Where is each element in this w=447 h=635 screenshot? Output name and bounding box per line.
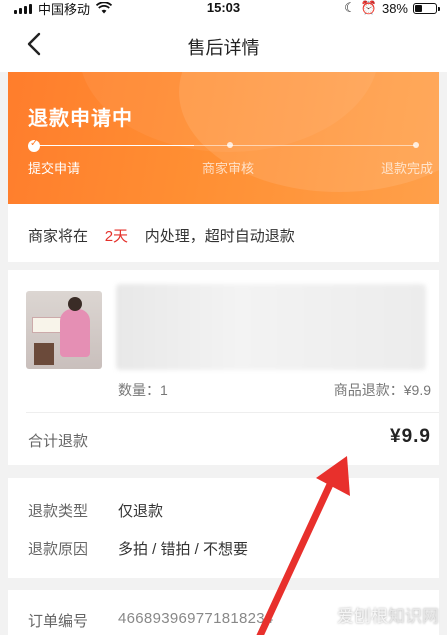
notice-suffix: 内处理，超时自动退款: [144, 228, 295, 245]
refund-status-title: 退款申请中: [28, 108, 133, 130]
battery-icon: [413, 2, 440, 14]
refund-type-value: 仅退款: [118, 503, 164, 520]
step-label-review: 商家审核: [202, 161, 255, 176]
notice-days: 2天: [104, 228, 129, 245]
thumbnail-figure-head: [68, 297, 82, 311]
progress-fill: [34, 145, 194, 146]
refund-type-label: 退款类型: [28, 503, 89, 520]
alarm-icon: ⏰: [360, 0, 377, 15]
step-dot-review: [227, 142, 233, 148]
refund-status-banner: 退款申请中 提交申请 商家审核 退款完成: [8, 72, 439, 204]
total-refund-value: ¥9.9: [390, 426, 431, 447]
product-thumbnail[interactable]: [26, 291, 102, 369]
processing-notice: 商家将在 2天 内处理，超时自动退款: [8, 204, 439, 262]
thumbnail-chair: [34, 343, 54, 365]
nav-bar: 售后详情: [0, 16, 447, 72]
product-card[interactable]: 数量：1 商品退款：¥9.9 合计退款 ¥9.9: [8, 270, 439, 465]
product-refund-amount: 商品退款：¥9.9: [333, 382, 431, 398]
refund-reason-value: 多拍 / 错拍 / 不想要: [118, 541, 249, 558]
refund-info-card: 退款类型 仅退款 退款原因 多拍 / 错拍 / 不想要: [8, 478, 439, 578]
watermark: 爱刨根知识网: [337, 602, 439, 627]
divider: [26, 412, 439, 413]
watermark-text-b: 知识网: [388, 607, 439, 626]
product-title-blurred[interactable]: [116, 284, 426, 370]
step-label-submit: 提交申请: [28, 161, 81, 176]
status-right: ☾ ⏰ 38%: [344, 0, 440, 16]
refund-reason-label: 退款原因: [28, 541, 89, 558]
battery-level: [415, 4, 423, 12]
status-bar: 中国移动 15:03 ☾ ⏰ 38%: [0, 0, 447, 17]
product-quantity: 数量：1: [118, 382, 168, 398]
total-refund-label: 合计退款: [28, 433, 89, 450]
notice-prefix: 商家将在: [28, 228, 89, 245]
step-label-complete: 退款完成: [380, 161, 433, 176]
step-dot-complete: [413, 142, 419, 148]
battery-percent: 38%: [381, 0, 408, 16]
watermark-text-a: 爱刨根: [337, 607, 388, 626]
page-title: 售后详情: [187, 38, 260, 58]
moon-icon: ☾: [344, 0, 356, 15]
thumbnail-figure: [60, 309, 90, 357]
order-number-value[interactable]: 466893969771818234: [118, 610, 274, 627]
order-number-label: 订单编号: [28, 613, 89, 630]
check-icon: [28, 138, 40, 152]
